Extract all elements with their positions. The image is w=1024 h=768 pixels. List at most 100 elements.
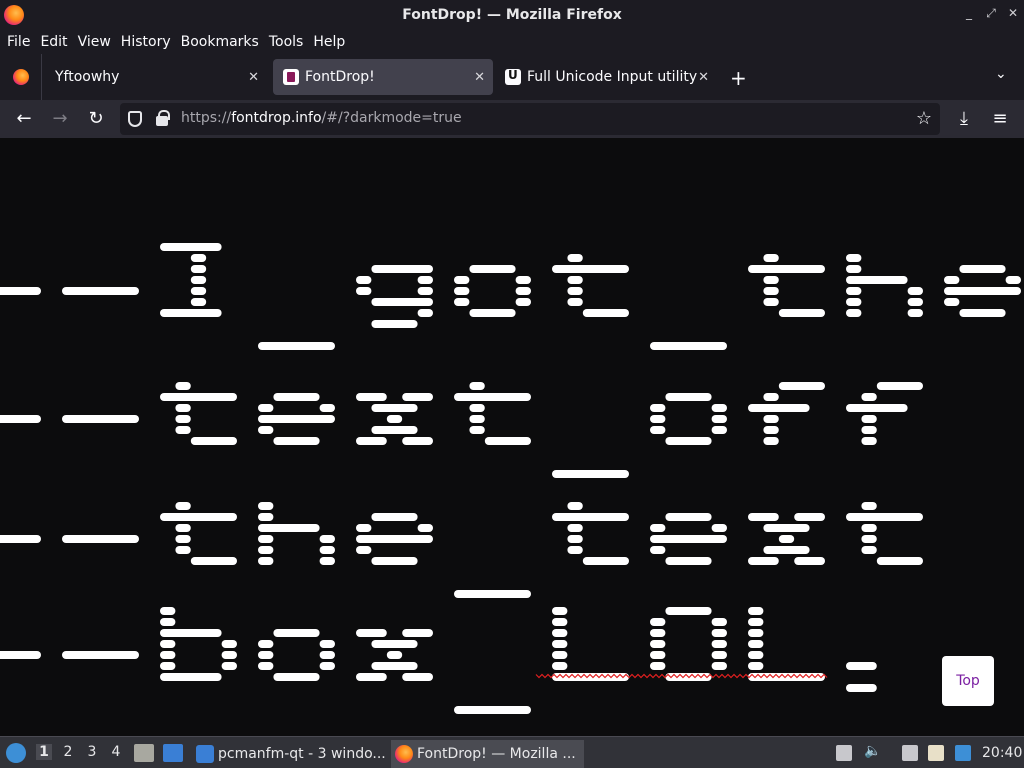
glyph-stripe bbox=[258, 651, 274, 659]
menu-file[interactable]: File bbox=[4, 34, 33, 50]
glyph-stripe bbox=[711, 640, 727, 648]
tracking-protection-shield-icon[interactable] bbox=[128, 111, 142, 127]
file-manager-launcher-icon[interactable] bbox=[163, 744, 183, 762]
maximize-button[interactable]: ⤢ bbox=[982, 6, 1000, 21]
glyph-stripe bbox=[515, 298, 531, 306]
menu-tools[interactable]: Tools bbox=[266, 34, 307, 50]
glyph-stripe bbox=[763, 298, 779, 306]
menu-edit[interactable]: Edit bbox=[37, 34, 70, 50]
back-button[interactable]: ← bbox=[13, 108, 35, 129]
url-text[interactable]: https://fontdrop.info/#/?darkmode=true bbox=[181, 110, 462, 126]
glyph-stripe bbox=[748, 662, 764, 670]
glyph-stripe bbox=[371, 513, 418, 521]
menu-view[interactable]: View bbox=[75, 34, 114, 50]
lock-icon[interactable] bbox=[156, 110, 170, 126]
fontdrop-favicon bbox=[283, 69, 299, 85]
minimize-button[interactable]: _ bbox=[960, 6, 978, 20]
show-desktop-icon[interactable] bbox=[134, 744, 154, 762]
glyph-stripe bbox=[748, 404, 810, 412]
glyph-stripe bbox=[861, 415, 877, 423]
glyph-stripe bbox=[0, 651, 41, 659]
top-button[interactable]: Top bbox=[942, 656, 994, 706]
glyph-stripe bbox=[846, 276, 908, 284]
glyph-stripe bbox=[160, 651, 176, 659]
glyph-stripe bbox=[258, 404, 274, 412]
glyph-stripe bbox=[371, 298, 433, 306]
tray-arrow-icon[interactable] bbox=[836, 745, 852, 761]
desktop-3-button[interactable]: 3 bbox=[84, 744, 100, 760]
tab-label: FontDrop! bbox=[305, 69, 375, 85]
notification-icon[interactable] bbox=[955, 745, 971, 761]
glyph-stripe bbox=[763, 415, 779, 423]
glyph-stripe bbox=[567, 254, 583, 262]
glyph-stripe bbox=[861, 546, 877, 554]
tab-fontdrop[interactable]: FontDrop! ✕ bbox=[273, 59, 493, 95]
glyph-stripe bbox=[273, 673, 320, 681]
glyph-stripe bbox=[258, 513, 274, 521]
glyph-stripe bbox=[221, 640, 237, 648]
glyph-stripe bbox=[258, 535, 274, 543]
bookmark-star-icon[interactable]: ☆ bbox=[916, 108, 932, 129]
glyph-stripe bbox=[748, 557, 779, 565]
glyph-stripe bbox=[711, 618, 727, 626]
tab-list-chevron-icon[interactable]: ⌄ bbox=[995, 66, 1007, 82]
menu-help[interactable]: Help bbox=[310, 34, 348, 50]
glyph-stripe bbox=[778, 535, 795, 543]
glyph-stripe bbox=[258, 546, 274, 554]
glyph-stripe bbox=[454, 590, 531, 598]
glyph-stripe bbox=[175, 415, 191, 423]
new-tab-button[interactable]: + bbox=[730, 66, 747, 90]
menu-bookmarks[interactable]: Bookmarks bbox=[178, 34, 262, 50]
downloads-button[interactable]: ⤓ bbox=[953, 108, 975, 129]
glyph-stripe bbox=[190, 298, 207, 306]
glyph-stripe bbox=[417, 524, 433, 532]
tab-yftoowhy[interactable]: Yftoowhy ✕ bbox=[45, 59, 267, 95]
glyph-stripe bbox=[846, 309, 862, 317]
glyph-stripe bbox=[0, 535, 41, 543]
menu-bar: File Edit View History Bookmarks Tools H… bbox=[0, 30, 1024, 54]
app-menu-button[interactable]: ≡ bbox=[989, 108, 1011, 129]
glyph-stripe bbox=[567, 524, 583, 532]
glyph-stripe bbox=[258, 524, 320, 532]
glyph-stripe bbox=[273, 393, 320, 401]
glyph-stripe bbox=[454, 298, 470, 306]
glyph-stripe bbox=[62, 415, 139, 423]
glyph-stripe bbox=[175, 502, 191, 510]
glyph-stripe bbox=[650, 404, 666, 412]
firefox-icon bbox=[395, 745, 413, 763]
glyph-stripe bbox=[386, 651, 403, 659]
close-tab-icon[interactable]: ✕ bbox=[248, 70, 259, 85]
close-tab-icon[interactable]: ✕ bbox=[698, 70, 709, 85]
firefox-view-button[interactable] bbox=[0, 54, 42, 100]
close-tab-icon[interactable]: ✕ bbox=[474, 70, 485, 85]
reload-button[interactable]: ↻ bbox=[85, 108, 107, 129]
clock: 20:40 bbox=[982, 745, 1023, 761]
url-bar[interactable]: https://fontdrop.info/#/?darkmode=true ☆ bbox=[120, 103, 940, 135]
network-icon[interactable] bbox=[902, 745, 918, 761]
glyph-stripe bbox=[319, 546, 335, 554]
clipboard-icon[interactable] bbox=[928, 745, 944, 761]
tab-unicode-input[interactable]: Full Unicode Input utility ✕ bbox=[495, 59, 717, 95]
rendered-font-text[interactable] bbox=[0, 138, 1024, 736]
glyph-stripe bbox=[748, 651, 764, 659]
glyph-stripe bbox=[650, 651, 666, 659]
menu-history[interactable]: History bbox=[118, 34, 174, 50]
desktop-2-button[interactable]: 2 bbox=[60, 744, 76, 760]
task-firefox[interactable]: FontDrop! — Mozilla ... bbox=[391, 740, 584, 768]
start-menu-icon[interactable] bbox=[6, 743, 26, 763]
glyph-stripe bbox=[665, 607, 712, 615]
glyph-stripe bbox=[711, 404, 727, 412]
glyph-stripe bbox=[190, 254, 207, 262]
volume-icon[interactable]: 🔈 bbox=[864, 743, 881, 759]
glyph-stripe bbox=[650, 546, 666, 554]
desktop-1-button[interactable]: 1 bbox=[36, 744, 52, 760]
glyph-stripe bbox=[711, 524, 727, 532]
glyph-stripe bbox=[371, 265, 433, 273]
forward-button[interactable]: → bbox=[49, 108, 71, 129]
glyph-stripe bbox=[221, 651, 237, 659]
task-pcmanfm[interactable]: pcmanfm-qt - 3 windo... bbox=[192, 740, 388, 768]
glyph-stripe bbox=[402, 629, 433, 637]
close-window-button[interactable]: ✕ bbox=[1004, 6, 1022, 20]
desktop-4-button[interactable]: 4 bbox=[108, 744, 124, 760]
glyph-stripe bbox=[650, 524, 666, 532]
